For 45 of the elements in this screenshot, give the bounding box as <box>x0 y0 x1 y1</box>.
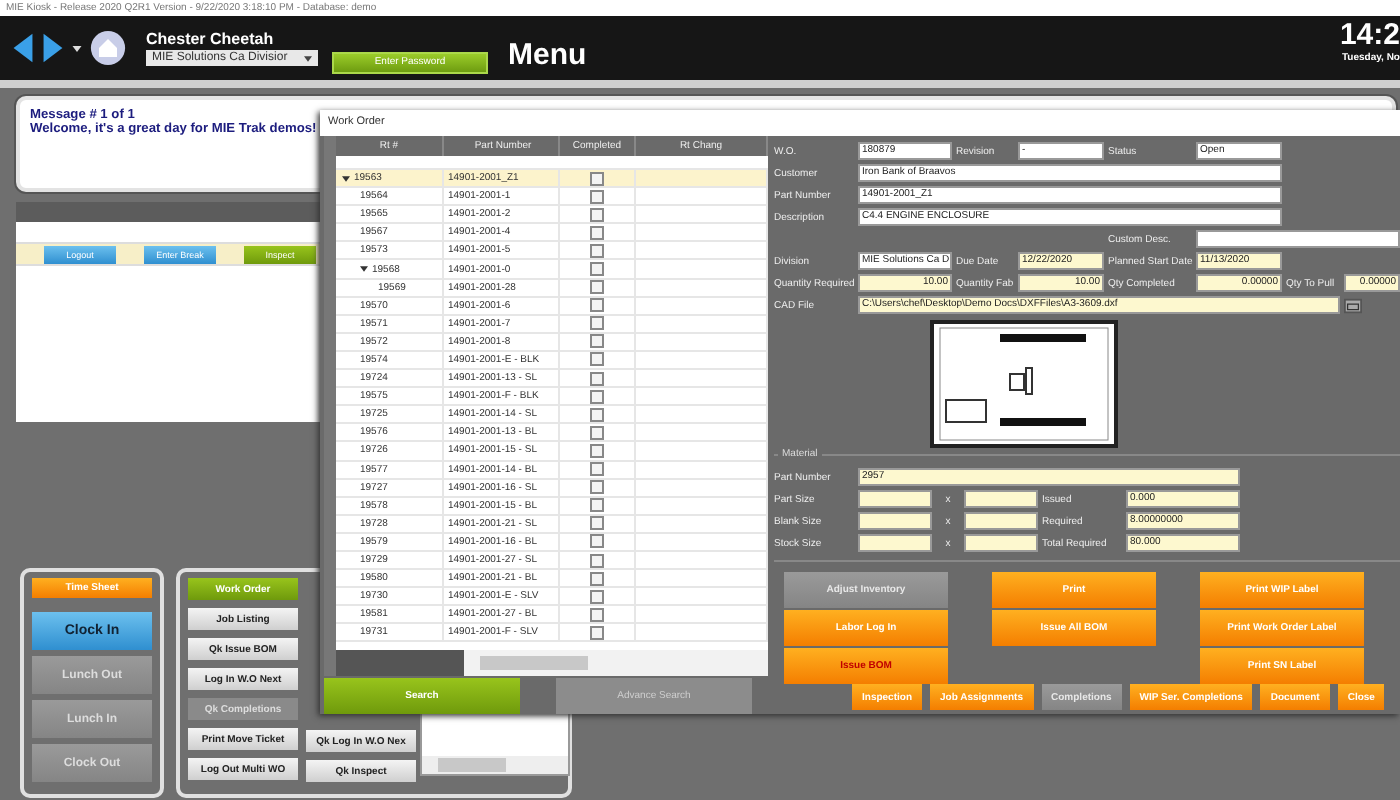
checkbox[interactable] <box>590 407 604 422</box>
caret-icon[interactable] <box>72 45 82 51</box>
input-field[interactable] <box>858 490 932 508</box>
list-box[interactable] <box>420 712 570 776</box>
checkbox[interactable] <box>590 498 604 513</box>
input-field[interactable] <box>1196 230 1400 248</box>
home-icon[interactable] <box>90 30 126 66</box>
clock: 14:2 <box>1339 18 1400 52</box>
checkbox[interactable] <box>590 534 604 549</box>
checkbox[interactable] <box>590 425 604 440</box>
checkbox[interactable] <box>590 462 604 477</box>
page-title: Menu <box>508 37 587 71</box>
input-field[interactable] <box>858 534 932 552</box>
browse-icon[interactable] <box>1344 297 1362 313</box>
checkbox[interactable] <box>590 189 604 204</box>
checkbox[interactable] <box>590 171 604 186</box>
forward-arrow-icon[interactable] <box>42 32 64 64</box>
caret-icon[interactable] <box>304 55 312 61</box>
checkbox[interactable] <box>590 589 604 604</box>
input-field[interactable] <box>964 534 1038 552</box>
checkbox[interactable] <box>590 443 604 458</box>
checkbox[interactable] <box>590 334 604 349</box>
checkbox[interactable] <box>590 225 604 240</box>
expand-icon[interactable] <box>342 175 350 182</box>
checkbox[interactable] <box>590 571 604 586</box>
checkbox[interactable] <box>590 243 604 258</box>
input-field[interactable] <box>964 490 1038 508</box>
user-name: Chester Cheetah <box>146 30 276 48</box>
checkbox[interactable] <box>590 207 604 222</box>
input-field[interactable] <box>858 512 932 530</box>
checkbox[interactable] <box>590 298 604 313</box>
checkbox[interactable] <box>590 389 604 404</box>
checkbox[interactable] <box>590 553 604 568</box>
checkbox[interactable] <box>590 516 604 531</box>
checkbox[interactable] <box>590 607 604 622</box>
back-arrow-icon[interactable] <box>12 32 34 64</box>
checkbox[interactable] <box>590 480 604 495</box>
checkbox[interactable] <box>590 262 604 277</box>
checkbox[interactable] <box>590 280 604 295</box>
checkbox[interactable] <box>590 371 604 386</box>
checkbox[interactable] <box>590 316 604 331</box>
input-field[interactable] <box>964 512 1038 530</box>
checkbox[interactable] <box>590 352 604 367</box>
horizontal-scrollbar[interactable] <box>336 650 768 676</box>
checkbox[interactable] <box>590 625 604 640</box>
